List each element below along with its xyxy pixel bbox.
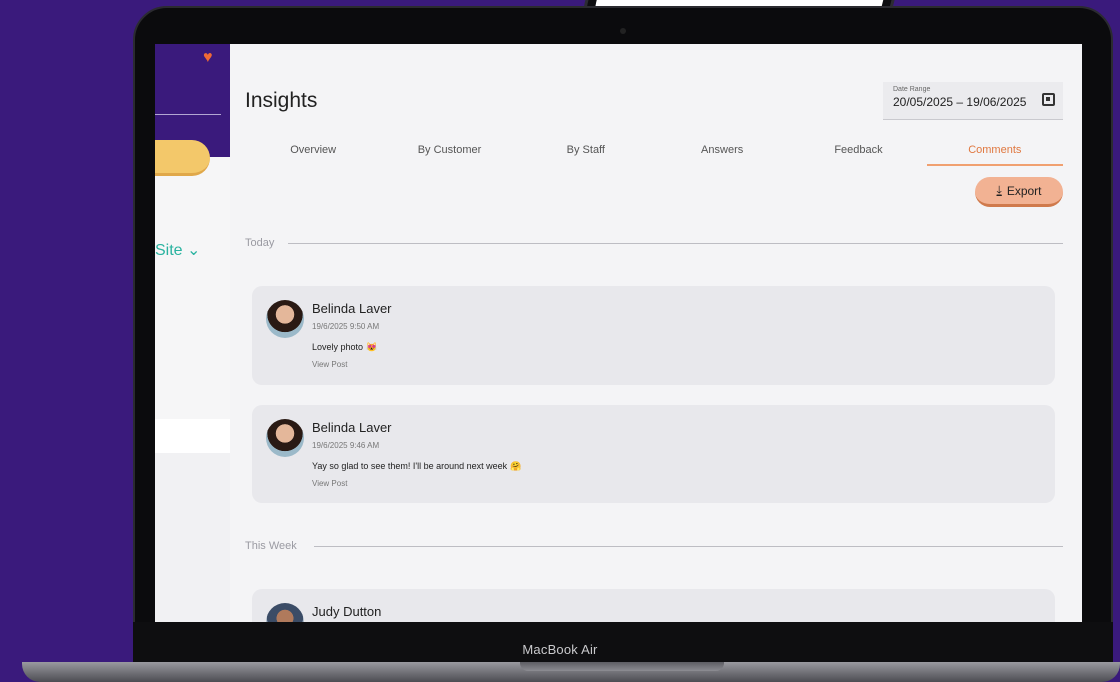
comment-card: Belinda Laver 19/6/2025 9:46 AM Yay so g… xyxy=(252,405,1055,503)
cat-emoji-icon: 😻 xyxy=(366,342,378,352)
avatar xyxy=(266,603,304,622)
date-range-picker[interactable]: Date Range 20/05/2025 – 19/06/2025 xyxy=(883,82,1063,120)
section-divider xyxy=(314,546,1063,547)
sidebar-primary-button[interactable] xyxy=(155,140,210,176)
date-range-value: 20/05/2025 – 19/06/2025 xyxy=(893,95,1027,109)
sidebar-lower-area xyxy=(155,453,230,622)
laptop-brand-label: MacBook Air xyxy=(522,642,598,657)
tab-bar: Overview By Customer By Staff Answers Fe… xyxy=(245,140,1063,166)
comment-timestamp: 19/6/2025 9:50 AM xyxy=(312,322,380,331)
comment-author: Judy Dutton xyxy=(312,604,382,619)
tab-overview[interactable]: Overview xyxy=(245,140,381,166)
comment-text: Lovely photo xyxy=(312,342,364,352)
avatar xyxy=(266,300,304,338)
view-post-link[interactable]: View Post xyxy=(312,479,347,488)
comment-card: Judy Dutton xyxy=(252,589,1055,622)
app-screen: ♥ Site ⌄ Insights Date Range 20/05/2025 … xyxy=(155,44,1082,622)
tab-by-staff[interactable]: By Staff xyxy=(518,140,654,166)
view-post-link[interactable]: View Post xyxy=(312,360,347,369)
heart-icon: ♥ xyxy=(203,49,213,66)
tab-comments[interactable]: Comments xyxy=(926,140,1063,166)
comment-timestamp: 19/6/2025 9:46 AM xyxy=(312,441,380,450)
date-range-label: Date Range xyxy=(893,86,931,93)
page-title: Insights xyxy=(245,89,318,112)
export-button[interactable]: ⤓ Export xyxy=(975,177,1063,207)
comment-message: Yay so glad to see them! I'll be around … xyxy=(312,461,521,472)
sidebar-divider xyxy=(155,114,221,115)
comment-card: Belinda Laver 19/6/2025 9:50 AM Lovely p… xyxy=(252,286,1055,385)
section-divider xyxy=(288,243,1063,244)
tab-by-customer[interactable]: By Customer xyxy=(381,140,517,166)
sidebar: ♥ Site ⌄ xyxy=(155,44,230,622)
tab-feedback[interactable]: Feedback xyxy=(790,140,926,166)
comment-author: Belinda Laver xyxy=(312,301,392,316)
comment-author: Belinda Laver xyxy=(312,420,392,435)
avatar xyxy=(266,419,304,457)
comment-message: Lovely photo 😻 xyxy=(312,342,377,353)
hug-emoji-icon: 🤗 xyxy=(510,461,522,471)
sidebar-item[interactable] xyxy=(155,419,230,453)
section-label-this-week: This Week xyxy=(245,540,297,552)
main-content: Insights Date Range 20/05/2025 – 19/06/2… xyxy=(230,44,1082,622)
calendar-icon[interactable] xyxy=(1042,93,1055,106)
download-icon: ⤓ xyxy=(996,183,1002,197)
comment-text: Yay so glad to see them! I'll be around … xyxy=(312,461,508,471)
section-label-today: Today xyxy=(245,237,275,249)
tab-answers[interactable]: Answers xyxy=(654,140,790,166)
site-selector[interactable]: Site ⌄ xyxy=(155,240,200,260)
camera-icon xyxy=(620,28,626,34)
export-label: Export xyxy=(1006,183,1042,198)
laptop-notch xyxy=(520,662,724,671)
